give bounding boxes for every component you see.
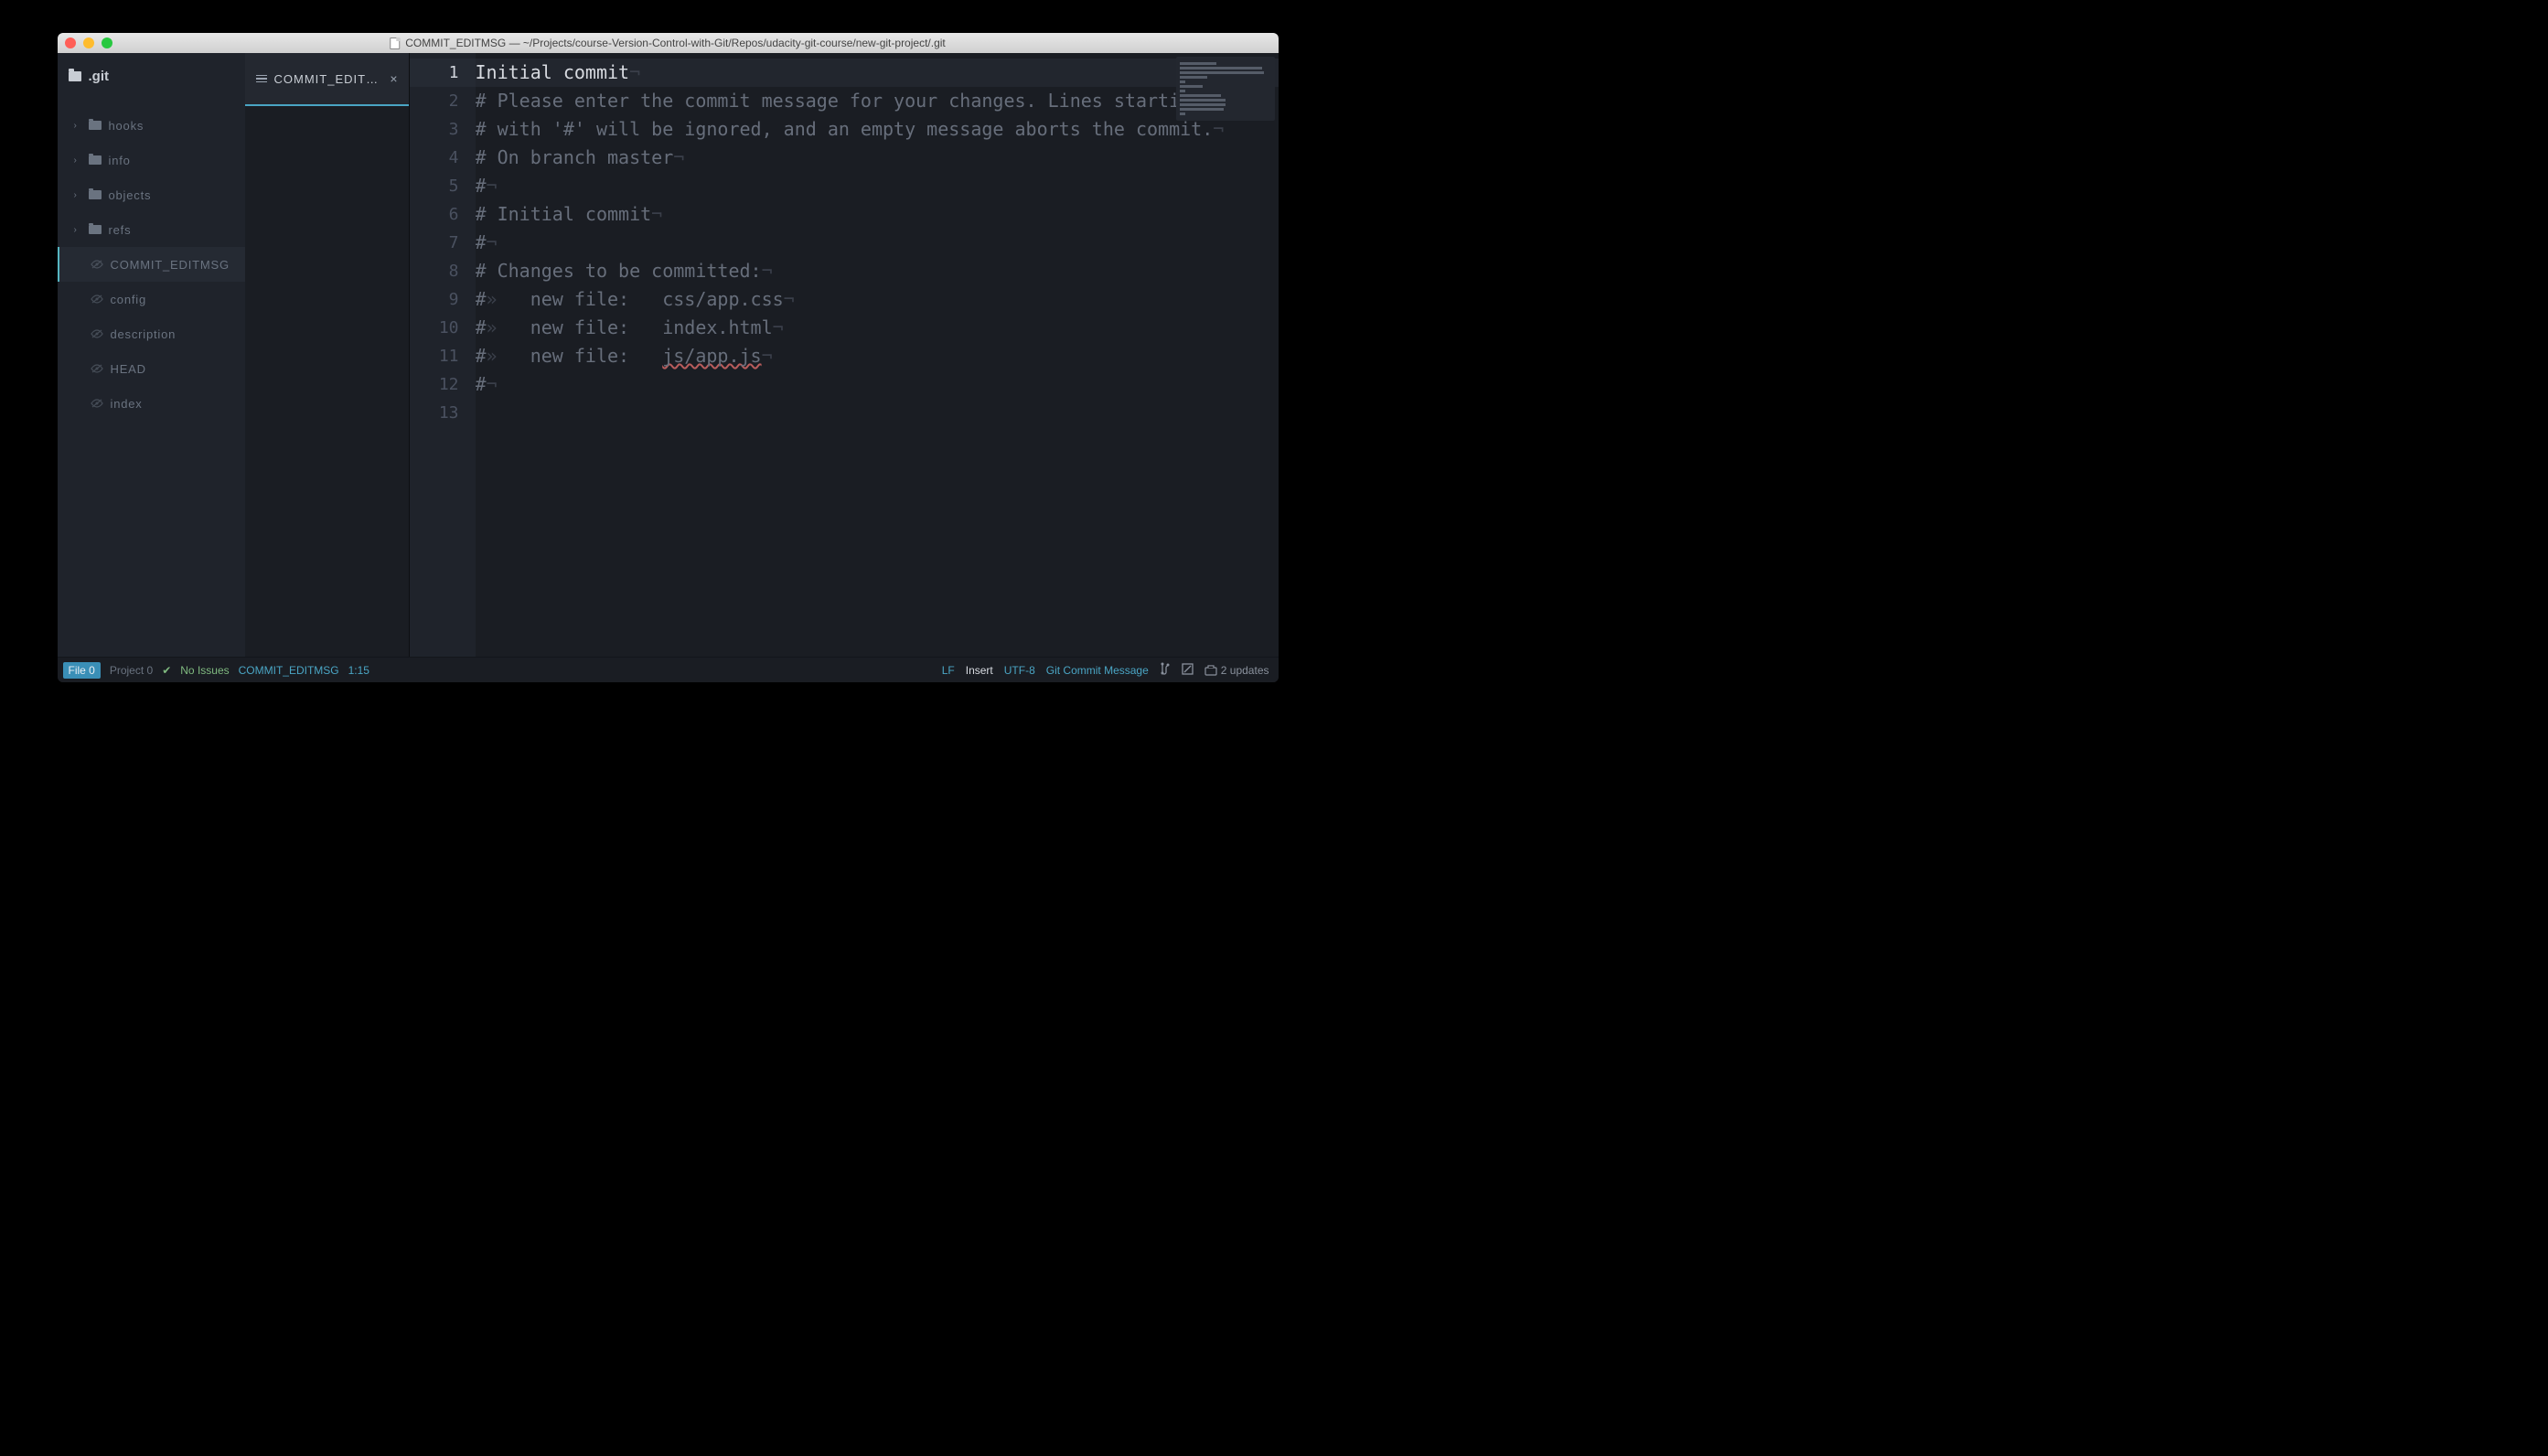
zoom-window-button[interactable] [102,37,112,48]
tree-file-config[interactable]: config [58,282,245,316]
text-file-icon [256,73,267,85]
folder-icon [89,121,102,130]
code-line[interactable]: # Initial commit¬ [476,200,1279,229]
check-icon: ✔ [162,664,171,677]
code-line[interactable]: #¬ [476,229,1279,257]
code-line[interactable]: # Changes to be committed:¬ [476,257,1279,285]
line-ending-selector[interactable]: LF [942,664,955,677]
hidden-file-icon [91,293,103,306]
encoding-selector[interactable]: UTF-8 [1004,664,1035,677]
tree-label: info [109,154,131,167]
tree-folder-hooks[interactable]: › hooks [58,108,245,143]
line-number[interactable]: 7 [410,229,476,257]
folder-icon [69,71,81,81]
line-gutter[interactable]: 12345678910111213 [410,53,476,657]
code-line[interactable]: # with '#' will be ignored, and an empty… [476,115,1279,144]
tree-file-commit_editmsg[interactable]: COMMIT_EDITMSG [58,247,245,282]
tree-label: description [111,327,177,341]
code-line[interactable]: # Please enter the commit message for yo… [476,87,1279,115]
tab-commit-editmsg[interactable]: COMMIT_EDITMS… × [245,53,409,106]
traffic-lights [65,37,112,48]
tree-label: index [111,397,143,411]
code-line[interactable]: #» new file: js/app.js¬ [476,342,1279,370]
git-branch-icon[interactable] [1160,662,1171,678]
tree-file-head[interactable]: HEAD [58,351,245,386]
code-editor[interactable]: Initial commit¬# Please enter the commit… [476,53,1279,657]
project-header[interactable]: .git [58,53,245,99]
hidden-file-icon [91,362,103,376]
code-line[interactable]: #» new file: index.html¬ [476,314,1279,342]
code-line[interactable]: Initial commit¬ [476,59,1279,87]
tree-label: HEAD [111,362,146,376]
status-left: File 0 Project 0 ✔ No Issues COMMIT_EDIT… [58,662,369,679]
file-issues-pill[interactable]: File 0 [63,662,101,679]
tree-label: hooks [109,119,145,133]
diff-icon[interactable] [1182,663,1194,678]
tree-folder-refs[interactable]: › refs [58,212,245,247]
chevron-right-icon: › [74,225,81,235]
project-name: .git [89,69,110,84]
tab-bar: COMMIT_EDITMS… × [245,53,410,657]
tree-folder-objects[interactable]: › objects [58,177,245,212]
line-number[interactable]: 4 [410,144,476,172]
line-number[interactable]: 1 [410,59,476,87]
folder-icon [89,155,102,165]
code-line[interactable]: #¬ [476,172,1279,200]
updates-indicator[interactable]: 2 updates [1204,664,1269,677]
tree-file-description[interactable]: description [58,316,245,351]
updates-count: 2 updates [1221,664,1269,677]
close-window-button[interactable] [65,37,76,48]
line-number[interactable]: 5 [410,172,476,200]
status-right: LF Insert UTF-8 Git Commit Message 2 upd… [942,662,1279,678]
chevron-right-icon: › [74,190,81,200]
line-number[interactable]: 9 [410,285,476,314]
hidden-file-icon [91,397,103,411]
editor-area: 12345678910111213 Initial commit¬# Pleas… [410,53,1279,657]
chevron-right-icon: › [74,155,81,166]
tree-file-index[interactable]: index [58,386,245,421]
minimap[interactable] [1176,57,1275,121]
tree-label: refs [109,223,132,237]
tree-label: objects [109,188,152,202]
folder-icon [89,190,102,199]
language-selector[interactable]: Git Commit Message [1046,664,1149,677]
line-number[interactable]: 8 [410,257,476,285]
code-line[interactable]: # On branch master¬ [476,144,1279,172]
editor-window: COMMIT_EDITMSG — ~/Projects/course-Versi… [58,33,1279,682]
line-number[interactable]: 11 [410,342,476,370]
file-tree: › hooks › info › objects › refs COMMIT_EDITMSGco… [58,99,245,430]
chevron-right-icon: › [74,121,81,131]
line-number[interactable]: 10 [410,314,476,342]
window-body: .git › hooks › info › objects › refs COMMIT_EDIT… [58,53,1279,657]
tab-label: COMMIT_EDITMS… [274,72,383,86]
code-line[interactable]: #» new file: css/app.css¬ [476,285,1279,314]
code-line[interactable] [476,399,1279,427]
titlebar[interactable]: COMMIT_EDITMSG — ~/Projects/course-Versi… [58,33,1279,53]
hidden-file-icon [91,327,103,341]
line-number[interactable]: 6 [410,200,476,229]
line-number[interactable]: 3 [410,115,476,144]
minimize-window-button[interactable] [83,37,94,48]
status-bar: File 0 Project 0 ✔ No Issues COMMIT_EDIT… [58,657,1279,682]
window-title: COMMIT_EDITMSG — ~/Projects/course-Versi… [390,37,946,49]
folder-icon [89,225,102,234]
cursor-position[interactable]: 1:15 [348,664,369,677]
line-number[interactable]: 12 [410,370,476,399]
project-issues[interactable]: Project 0 [110,664,153,677]
window-title-text: COMMIT_EDITMSG — ~/Projects/course-Versi… [405,37,946,49]
code-line[interactable]: #¬ [476,370,1279,399]
hidden-file-icon [91,258,103,272]
status-filename[interactable]: COMMIT_EDITMSG [239,664,339,677]
tree-folder-info[interactable]: › info [58,143,245,177]
no-issues-label[interactable]: No Issues [180,664,229,677]
tree-label: config [111,293,147,306]
tab-close-button[interactable]: × [390,71,397,86]
file-icon [390,37,400,49]
line-number[interactable]: 13 [410,399,476,427]
line-number[interactable]: 2 [410,87,476,115]
tree-label: COMMIT_EDITMSG [111,258,230,272]
sidebar: .git › hooks › info › objects › refs COMMIT_EDIT… [58,53,245,657]
insert-mode[interactable]: Insert [966,664,993,677]
